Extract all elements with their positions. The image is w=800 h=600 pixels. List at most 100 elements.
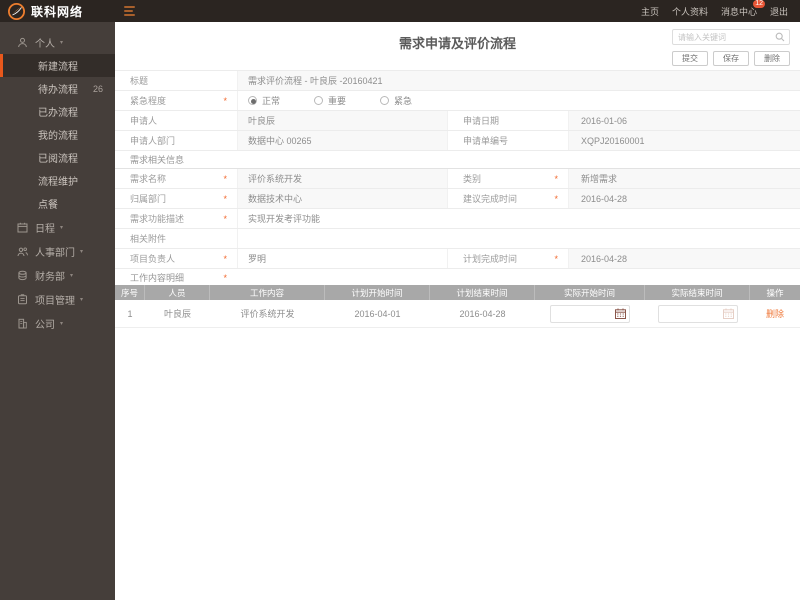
- attachment-value[interactable]: [237, 229, 800, 248]
- radio-important[interactable]: 重要: [314, 94, 346, 107]
- request-form: 标题 需求评价流程 - 叶良辰 -20160421 紧急程度 * 正常 重要 紧…: [115, 70, 800, 287]
- delete-button[interactable]: 删除: [754, 51, 790, 66]
- save-button[interactable]: 保存: [713, 51, 749, 66]
- sidebar-group-schedule[interactable]: 日程 ▾: [0, 215, 115, 239]
- required-star: *: [223, 173, 227, 184]
- suggest-finish-label: 建议完成时间 *: [447, 189, 568, 208]
- form-row-owner-dept: 归属部门 * 数据技术中心 建议完成时间 * 2016-04-28: [115, 189, 800, 209]
- row-plan-start: 2016-04-01: [354, 308, 401, 319]
- leader-label: 项目负责人 *: [130, 253, 227, 265]
- row-plan-end: 2016-04-28: [459, 308, 506, 319]
- urgency-options: 正常 重要 紧急: [237, 91, 800, 110]
- required-star: *: [223, 272, 227, 283]
- form-row-applicant: 申请人 叶良辰 申请日期 2016-01-06: [115, 111, 800, 131]
- sidebar-group-personal[interactable]: 个人 ▾: [0, 30, 115, 54]
- brand-name: 联科网络: [31, 4, 84, 19]
- radio-urgent[interactable]: 紧急: [380, 94, 412, 107]
- sidebar-item-order-food[interactable]: 点餐: [0, 192, 115, 215]
- radio-normal[interactable]: 正常: [248, 94, 280, 107]
- form-row-urgency: 紧急程度 * 正常 重要 紧急: [115, 91, 800, 111]
- pending-count-badge: 26: [92, 83, 103, 94]
- table-row: 1 叶良辰 评价系统开发 2016-04-01 2016-04-28 删除: [115, 300, 800, 328]
- suggest-finish-value: 2016-04-28: [568, 189, 800, 208]
- form-row-attachment: 相关附件: [115, 229, 800, 249]
- applicant-label: 申请人: [130, 116, 158, 126]
- people-icon: [17, 246, 28, 256]
- building-icon: [18, 318, 27, 328]
- row-no: 1: [127, 308, 133, 319]
- submit-button[interactable]: 提交: [672, 51, 708, 66]
- actual-end-datepicker[interactable]: [657, 304, 738, 323]
- sidebar-item-read-process[interactable]: 已阅流程: [0, 146, 115, 169]
- nav-profile[interactable]: 个人资料: [672, 5, 708, 18]
- work-detail-table: 序号 人员 工作内容 计划开始时间 计划结束时间 实际开始时间 实际结束时间 操…: [115, 285, 800, 328]
- action-buttons: 提交 保存 删除: [672, 51, 790, 66]
- calendar-icon[interactable]: [722, 308, 734, 319]
- dept-label: 申请人部门: [130, 136, 176, 146]
- sidebar-group-project[interactable]: 项目管理 ▾: [0, 287, 115, 311]
- clipboard-icon: [18, 293, 27, 304]
- plan-finish-label: 计划完成时间 *: [447, 249, 568, 268]
- form-row-department: 申请人部门 数据中心 00265 申请单编号 XQPJ20160001: [115, 131, 800, 151]
- topnav: 主页 个人资料 消息中心 12 退出: [641, 0, 800, 18]
- sidebar-group-company[interactable]: 公司 ▾: [0, 311, 115, 335]
- sidebar-item-my-process[interactable]: 我的流程: [0, 123, 115, 146]
- calendar-icon[interactable]: [615, 308, 626, 319]
- row-action: 删除: [750, 300, 800, 327]
- title-label: 标题: [130, 76, 149, 86]
- category-value: 新增需求: [568, 169, 800, 188]
- sidebar-group-finance[interactable]: 财务部 ▾: [0, 263, 115, 287]
- main-content: 需求申请及评价流程 提交 保存 删除 标题 需求评价流程 - 叶良辰 -2016…: [115, 22, 800, 600]
- required-star: *: [223, 193, 227, 204]
- form-row-leader: 项目负责人 * 罗明 计划完成时间 * 2016-04-28: [115, 249, 800, 269]
- topbar: 联科网络 主页 个人资料 消息中心 12 退出: [0, 0, 800, 22]
- nav-logout[interactable]: 退出: [770, 5, 788, 18]
- radio-dot: [380, 96, 390, 105]
- required-star: *: [223, 213, 227, 224]
- apply-no-value: XQPJ20160001: [568, 131, 800, 150]
- required-star: *: [554, 253, 558, 264]
- sidebar-item-process-maintenance[interactable]: 流程维护: [0, 169, 115, 192]
- radio-dot: [248, 96, 257, 105]
- search-icon[interactable]: [775, 32, 785, 42]
- message-count-badge: 12: [753, 0, 765, 8]
- row-content: 评价系统开发: [240, 309, 295, 319]
- row-actual-start: [535, 300, 645, 327]
- radio-dot: [314, 96, 324, 105]
- apply-date-value: 2016-01-06: [568, 111, 800, 130]
- row-actual-end: [645, 300, 750, 327]
- required-star: *: [223, 95, 227, 106]
- plan-finish-value: 2016-04-28: [568, 249, 800, 268]
- chevron-down-icon: ▾: [80, 248, 84, 255]
- brand: 联科网络: [0, 2, 115, 20]
- delete-row-link[interactable]: 删除: [766, 307, 784, 320]
- nav-messages[interactable]: 消息中心 12: [721, 0, 765, 18]
- sidebar-item-done-process[interactable]: 已办流程: [0, 100, 115, 123]
- req-desc-label: 需求功能描述 *: [130, 213, 227, 225]
- dept-value: 数据中心 00265: [237, 131, 447, 150]
- actual-start-input[interactable]: [551, 309, 613, 318]
- required-star: *: [554, 193, 558, 204]
- search-input[interactable]: [673, 32, 775, 42]
- logo-icon: [8, 2, 25, 20]
- req-desc-value[interactable]: 实现开发考评功能: [237, 209, 800, 228]
- leader-value[interactable]: 罗明: [237, 249, 447, 268]
- owner-dept-value: 数据技术中心: [237, 189, 447, 208]
- chevron-down-icon: ▾: [80, 296, 84, 303]
- sidebar-group-hr[interactable]: 人事部门 ▾: [0, 239, 115, 263]
- menu-toggle-icon[interactable]: [121, 3, 138, 19]
- sidebar-item-new-process[interactable]: 新建流程: [0, 54, 115, 77]
- required-star: *: [223, 253, 227, 264]
- actual-start-datepicker[interactable]: [550, 304, 630, 323]
- sidebar-item-pending-process[interactable]: 待办流程 26: [0, 77, 115, 100]
- apply-date-label: 申请日期: [447, 111, 568, 130]
- coins-icon: [18, 270, 27, 280]
- nav-home[interactable]: 主页: [641, 5, 659, 18]
- category-label: 类别 *: [447, 169, 568, 188]
- attachment-label: 相关附件: [130, 234, 167, 244]
- user-icon: [18, 37, 27, 47]
- actual-end-input[interactable]: [658, 309, 721, 318]
- req-name-value: 评价系统开发: [237, 169, 447, 188]
- table-header: 序号 人员 工作内容 计划开始时间 计划结束时间 实际开始时间 实际结束时间 操…: [115, 285, 800, 300]
- chevron-down-icon: ▾: [60, 224, 64, 231]
